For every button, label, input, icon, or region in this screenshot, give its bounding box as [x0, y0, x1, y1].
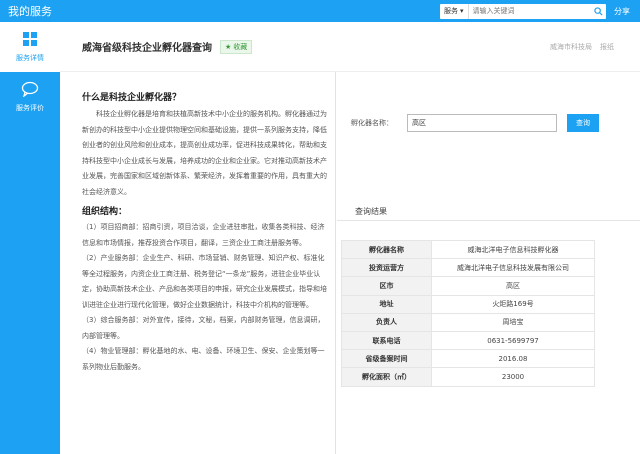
search-icon[interactable] — [590, 4, 606, 19]
field-value: 威海北洋电子信息科技孵化器 — [431, 239, 595, 260]
field-key: 负责人 — [341, 312, 432, 332]
nav-item-label: 服务评价 — [16, 104, 44, 112]
org-item: （2）产业服务部：企业生产、科研、市场营销、财务管理、知识产权、标准化等全过程服… — [82, 254, 327, 309]
results-title: 查询结果 — [355, 207, 387, 216]
left-nav: 服务详情 服务评价 — [0, 22, 60, 454]
table-row: 省级备案时间 2016.08 — [341, 349, 595, 369]
field-value: 0631-5699797 — [431, 330, 595, 351]
share-button[interactable]: 分享 — [614, 6, 630, 17]
org-item: （1）项目招商部：招商引资，项目洽谈，企业进驻审批，收集各类科技、经济信息和市场… — [82, 223, 325, 247]
grid-icon — [22, 31, 38, 49]
nav-item-label: 服务详情 — [16, 54, 44, 62]
table-row: 地址 火炬路169号 — [341, 294, 595, 314]
collect-label: 收藏 — [233, 42, 248, 51]
page-header: 威海省级科技企业孵化器查询 ★ 收藏 威海市科技局 报纸 — [60, 22, 640, 72]
field-value: 23000 — [431, 367, 595, 387]
intro-heading: 什么是科技企业孵化器？ — [82, 93, 182, 103]
intro-panel: 什么是科技企业孵化器？ 科技企业孵化器是培育和扶植高新技术中小企业的服务机构。孵… — [60, 72, 336, 454]
chat-bubble-icon — [21, 81, 39, 99]
intro-body: 科技企业孵化器是培育和扶植高新技术中小企业的服务机构。孵化器通过为新创办的科技型… — [82, 110, 327, 196]
field-key: 地址 — [341, 294, 432, 314]
field-value: 2016.08 — [431, 349, 595, 369]
query-panel: 孵化器名称： 高区 查询 查询结果 孵化器名称 威海北洋电子信息科技孵化器 投资运营… — [337, 72, 640, 454]
table-row: 孵化面积（㎡） 23000 — [341, 367, 595, 387]
table-row: 联系电话 0631-5699797 — [341, 330, 595, 351]
chevron-down-icon: ▾ — [460, 7, 464, 15]
table-row: 投资运营方 威海北洋电子信息科技发展有限公司 — [341, 258, 595, 278]
search-category-select[interactable]: 服务 ▾ — [440, 3, 469, 19]
field-key: 区市 — [341, 276, 432, 296]
table-row: 区市 高区 — [341, 276, 595, 296]
field-value: 火炬路169号 — [431, 294, 595, 314]
field-key: 孵化面积（㎡） — [341, 367, 432, 387]
search-box: 服务 ▾ — [440, 3, 606, 19]
field-key: 省级备案时间 — [341, 349, 432, 369]
header-links: 威海市科技局 报纸 — [550, 42, 614, 52]
header-link[interactable]: 报纸 — [600, 42, 614, 52]
app-title: 我的服务 — [8, 5, 52, 18]
star-icon: ★ — [225, 42, 232, 51]
table-row: 负责人 周培宝 — [341, 312, 595, 332]
top-bar: 我的服务 服务 ▾ 分享 — [0, 0, 640, 22]
org-item: （4）物业管理部：孵化基地的水、电、设备、环境卫生、保安、企业策划等一系列物业后… — [82, 347, 325, 371]
page-title: 威海省级科技企业孵化器查询 — [82, 43, 212, 54]
field-value: 高区 — [431, 276, 595, 296]
org-item: （3）综合服务部：对外宣传，接待，文秘，档案，内部财务管理，信息调研，内部管理等… — [82, 316, 325, 340]
search-category-label: 服务 — [444, 7, 458, 15]
query-label: 孵化器名称： — [351, 119, 393, 127]
search-input[interactable] — [468, 3, 590, 19]
divider — [337, 220, 640, 221]
header-link[interactable]: 威海市科技局 — [550, 42, 592, 52]
main-panel: 威海省级科技企业孵化器查询 ★ 收藏 威海市科技局 报纸 什么是科技企业孵化器？… — [60, 22, 640, 454]
org-heading: 组织结构： — [82, 207, 128, 217]
field-key: 联系电话 — [341, 330, 432, 351]
collect-button[interactable]: ★ 收藏 — [220, 39, 253, 54]
field-value: 周培宝 — [431, 312, 595, 332]
field-value: 威海北洋电子信息科技发展有限公司 — [431, 258, 595, 278]
nav-item-service-review[interactable]: 服务评价 — [0, 72, 60, 122]
results-table: 孵化器名称 威海北洋电子信息科技孵化器 投资运营方 威海北洋电子信息科技发展有限公司区… — [341, 239, 595, 387]
incubator-name-input[interactable]: 高区 — [407, 114, 557, 132]
nav-item-service-detail[interactable]: 服务详情 — [0, 22, 60, 72]
field-key: 投资运营方 — [341, 258, 432, 278]
query-button[interactable]: 查询 — [567, 114, 599, 132]
field-key: 孵化器名称 — [341, 239, 432, 260]
table-row: 孵化器名称 威海北洋电子信息科技孵化器 — [341, 239, 595, 260]
query-row: 孵化器名称： 高区 — [351, 114, 557, 132]
